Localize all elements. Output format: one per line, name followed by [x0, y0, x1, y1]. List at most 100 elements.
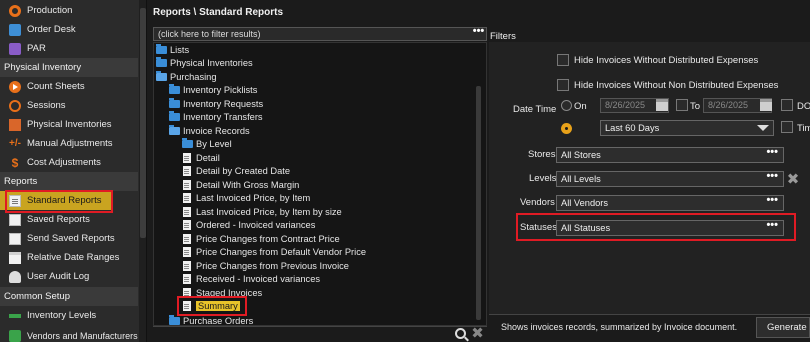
to-checkbox[interactable]	[676, 99, 688, 111]
tree-scrollbar[interactable]	[476, 86, 481, 320]
tree-node[interactable]: By Level	[182, 138, 232, 152]
tree-node[interactable]: Detail by Created Date	[182, 165, 290, 179]
search-icon[interactable]	[455, 328, 466, 339]
sidebar: Production Order Desk PAR Physical Inven…	[0, 0, 147, 342]
sidebar-item-label: Cost Adjustments	[27, 157, 101, 168]
hide-non-distributed-checkbox[interactable]	[557, 79, 569, 91]
sidebar-item-relative-date-ranges[interactable]: Relative Date Ranges	[0, 248, 138, 267]
inventory-levels-icon	[9, 313, 21, 318]
sidebar-item-label: Sessions	[27, 100, 66, 111]
tree-node[interactable]: Received - Invoiced variances	[182, 273, 320, 287]
document-icon	[183, 193, 191, 204]
tree-node[interactable]: Last Invoiced Price, by Item	[182, 192, 310, 206]
sidebar-item-label: Relative Date Ranges	[27, 252, 120, 263]
document-icon	[183, 247, 191, 258]
tree-node[interactable]: Detail	[182, 151, 220, 165]
tree-node[interactable]: Inventory Picklists	[169, 84, 257, 98]
hide-distributed-checkbox[interactable]	[557, 54, 569, 66]
vendors-label: Vendors	[520, 197, 555, 208]
do-checkbox[interactable]	[781, 99, 793, 111]
sidebar-item-count-sheets[interactable]: Count Sheets	[0, 77, 138, 96]
send-reports-icon	[9, 232, 21, 245]
sidebar-item-user-audit-log[interactable]: User Audit Log	[0, 267, 138, 286]
sidebar-item-label: Vendors and Manufacturers	[27, 330, 138, 341]
close-icon[interactable]: ✖	[470, 326, 485, 341]
tree-node[interactable]: Ordered - Invoiced variances	[182, 219, 315, 233]
relative-range-select[interactable]: Last 60 Days	[600, 120, 774, 136]
folder-open-icon	[169, 124, 180, 135]
folder-icon	[169, 314, 180, 325]
tree-node[interactable]: Purchasing	[156, 70, 217, 84]
stores-select[interactable]: All Stores •••	[556, 147, 784, 163]
document-icon	[183, 179, 191, 190]
tree-node[interactable]: Physical Inventories	[156, 57, 253, 71]
vendors-select[interactable]: All Vendors •••	[556, 195, 784, 211]
document-icon	[183, 206, 191, 217]
more-icon[interactable]: •••	[766, 147, 778, 158]
hide-non-distributed-label: Hide Invoices Without Non Distributed Ex…	[574, 80, 779, 91]
highlight-box	[5, 190, 113, 213]
tree-node[interactable]: Invoice Records	[169, 124, 250, 138]
tim-checkbox[interactable]	[781, 121, 793, 133]
filter-more-button[interactable]: •••	[470, 26, 487, 41]
filter-input[interactable]: (click here to filter results)	[153, 27, 487, 41]
sidebar-item-cost-adjustments[interactable]: $ Cost Adjustments	[0, 153, 138, 172]
document-icon	[183, 274, 191, 285]
sidebar-item-label: Production	[27, 5, 73, 16]
tree-node[interactable]: Price Changes from Default Vendor Price	[182, 246, 366, 260]
sidebar-item-sessions[interactable]: Sessions	[0, 96, 138, 115]
sidebar-scrollbar[interactable]	[139, 0, 146, 342]
to-label: To	[690, 101, 701, 112]
folder-icon	[156, 57, 167, 68]
sidebar-item-label: Physical Inventories	[27, 119, 112, 130]
clear-levels-icon[interactable]: ✖	[786, 172, 800, 187]
more-icon[interactable]: •••	[766, 195, 778, 206]
par-icon	[9, 42, 21, 55]
stores-label: Stores	[528, 149, 556, 160]
sidebar-item-order-desk[interactable]: Order Desk	[0, 20, 138, 39]
production-icon	[9, 4, 21, 17]
calendar-icon[interactable]	[656, 99, 668, 111]
tree-node[interactable]: Inventory Transfers	[169, 111, 263, 125]
sidebar-item-production[interactable]: Production	[0, 1, 138, 20]
document-icon	[183, 220, 191, 231]
sidebar-item-label: Saved Reports	[27, 214, 90, 225]
physical-inventories-icon	[9, 118, 21, 131]
tree-node[interactable]: Price Changes from Contract Price	[182, 232, 340, 246]
folder-icon	[169, 84, 180, 95]
calendar-icon	[9, 251, 21, 264]
sidebar-item-par[interactable]: PAR	[0, 39, 138, 58]
levels-select[interactable]: All Levels •••	[556, 171, 784, 187]
more-icon[interactable]: •••	[766, 171, 778, 182]
folder-icon	[169, 97, 180, 108]
date-on-radio[interactable]	[561, 100, 572, 111]
generate-button[interactable]: Generate	[756, 317, 810, 338]
sidebar-item-label: User Audit Log	[27, 271, 90, 282]
sidebar-section-common-setup: Common Setup	[0, 287, 138, 306]
sidebar-item-label: Manual Adjustments	[27, 138, 113, 149]
sidebar-item-inventory-levels[interactable]: Inventory Levels	[0, 306, 138, 325]
sidebar-item-vendors-manufacturers[interactable]: Vendors and Manufacturers	[0, 326, 138, 342]
tree-node[interactable]: Price Changes from Previous Invoice	[182, 259, 349, 273]
report-tree: Lists Physical Inventories Purchasing In…	[153, 42, 487, 326]
document-icon	[183, 152, 191, 163]
tree-node[interactable]: Detail With Gross Margin	[182, 178, 299, 192]
levels-label: Levels	[529, 173, 557, 184]
on-label: On	[574, 101, 587, 112]
sidebar-section-physical-inventory: Physical Inventory	[0, 58, 138, 77]
sidebar-item-send-saved-reports[interactable]: Send Saved Reports	[0, 229, 138, 248]
calendar-icon[interactable]	[760, 99, 772, 111]
dollar-icon: $	[11, 155, 19, 170]
date-time-label: Date Time	[513, 104, 557, 115]
folder-icon	[169, 111, 180, 122]
document-icon	[183, 260, 191, 271]
scrollbar-thumb[interactable]	[140, 8, 146, 238]
tree-node[interactable]: Lists	[156, 43, 189, 57]
tree-node[interactable]: Last Invoiced Price, by Item by size	[182, 205, 342, 219]
sessions-icon	[9, 99, 21, 112]
sidebar-item-physical-inventories[interactable]: Physical Inventories	[0, 115, 138, 134]
relative-range-radio[interactable]	[561, 123, 572, 134]
tree-node[interactable]: Inventory Requests	[169, 97, 263, 111]
sidebar-item-label: Count Sheets	[27, 81, 85, 92]
sidebar-item-manual-adjustments[interactable]: +/- Manual Adjustments	[0, 134, 138, 153]
